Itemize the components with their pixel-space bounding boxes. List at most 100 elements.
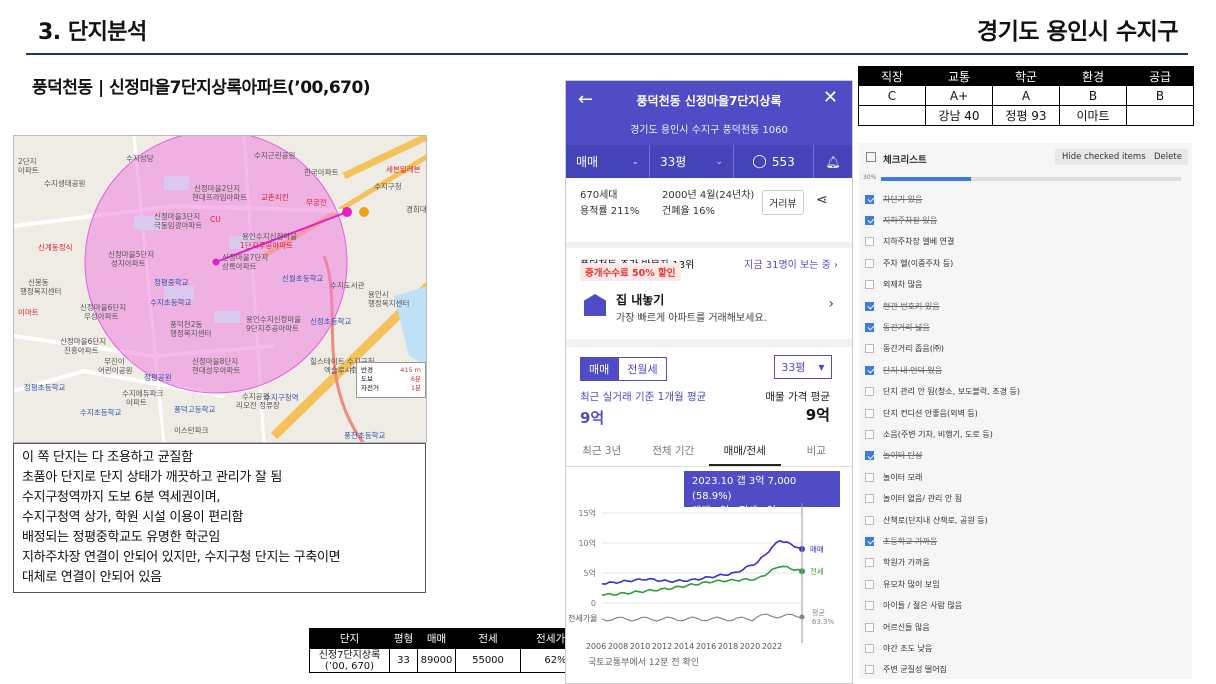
filter-bar: 매매 ⌄ 33평 ⌄ ◯ 553 🔔︎ xyxy=(566,145,852,178)
checklist-item[interactable]: 동간거리 넓음 xyxy=(865,317,930,337)
checked-checkbox[interactable] xyxy=(865,215,874,225)
unchecked-checkbox[interactable] xyxy=(865,344,874,354)
checklist-item[interactable]: 산책로(단지내 산책로, 공원 등) xyxy=(865,510,988,530)
app-title: 풍덕천동 신정마을7단지상록 xyxy=(636,94,782,108)
checklist-item-label: 단지 내 언덕 있음 xyxy=(883,365,943,375)
checked-checkbox[interactable] xyxy=(865,301,874,311)
unchecked-checkbox[interactable] xyxy=(865,280,874,290)
checklist-item[interactable]: 주차 헬(이중주차 등) xyxy=(865,253,953,273)
unchecked-checkbox[interactable] xyxy=(865,258,874,268)
map-label: 행정복지센터 xyxy=(20,287,62,296)
chevron-right-icon: › xyxy=(828,296,834,312)
chart-tooltip: 2023.10 갭 3억 7,000 (58.9%) 매매 9억 / 전세 5억… xyxy=(684,471,840,517)
checklist-item[interactable]: 놀이터 모래 xyxy=(865,467,922,487)
score-grade: A xyxy=(992,85,1060,106)
viewing-now[interactable]: 지금 31명이 보는 중 › xyxy=(744,256,838,271)
unchecked-checkbox[interactable] xyxy=(865,601,874,611)
note-line: 수지구청역 상가, 학원 시설 이용이 편리함 xyxy=(22,510,244,525)
checklist-item-label: 놀이터 모래 xyxy=(883,472,923,482)
hide-checked-button[interactable]: Hide checked items xyxy=(1055,149,1153,165)
checked-checkbox[interactable] xyxy=(865,451,874,461)
checklist-item[interactable]: 차단기 있음 xyxy=(865,189,922,209)
map-label: 수지초등학교 xyxy=(80,408,122,417)
tab-compare[interactable]: 비교 xyxy=(781,437,853,466)
delete-button[interactable]: Delete xyxy=(1148,149,1188,165)
checklist-item[interactable]: 단지 관리 안 됨(청소, 보도블럭, 조경 등) xyxy=(865,382,1020,402)
checklist-item[interactable]: 외제차 많음 xyxy=(865,275,922,295)
complex-map[interactable]: 수지성당 수지근린공원 한국아파트 2단지 아파트 수지생태공원 신정마을2단지… xyxy=(13,135,427,443)
share-icon[interactable]: ⋖ xyxy=(816,192,828,208)
unchecked-checkbox[interactable] xyxy=(865,558,874,568)
summary-row: 신정7단지상록 (’00, 670) 33 89000 55000 62% xyxy=(309,648,591,673)
unchecked-checkbox[interactable] xyxy=(865,387,874,397)
checked-checkbox[interactable] xyxy=(865,365,874,375)
checklist-item[interactable]: 동간거리 좁음(㈜) xyxy=(865,339,944,359)
map-label: 극동임광아파트 xyxy=(154,221,203,230)
comments-button[interactable]: ◯ 553 xyxy=(734,145,814,178)
unchecked-checkbox[interactable] xyxy=(865,643,874,653)
price-chart[interactable]: 15억 10억 5억 0 매매전세전세가율 평균63.3% 2006 2008 2010 2012… xyxy=(566,503,853,653)
checklist-item[interactable]: 단지 내 언덕 있음 xyxy=(865,360,942,380)
deal-type-select[interactable]: 매매 ⌄ xyxy=(566,145,650,178)
checklist-item[interactable]: 놀이터 없음/ 관리 안 됨 xyxy=(865,489,962,509)
checklist-item[interactable]: 주변 균질성 떨어짐 xyxy=(865,660,947,680)
checked-checkbox[interactable] xyxy=(865,194,874,204)
street-view-button[interactable]: 거리뷰 xyxy=(762,190,804,215)
unchecked-checkbox[interactable] xyxy=(865,472,874,482)
checklist-item[interactable]: 단지 컨디션 안좋음(외벽 등) xyxy=(865,403,978,423)
checklist-item[interactable]: 현관 번호키 있음 xyxy=(865,296,940,316)
tab-recent-3y[interactable]: 최근 3년 xyxy=(566,437,638,466)
checklist-item[interactable]: 지하주차장 있음 xyxy=(865,210,937,230)
tab-sale[interactable]: 매매 xyxy=(580,357,619,381)
ratio-endpoint xyxy=(799,614,805,620)
checklist-item[interactable]: 어르신들 많음 xyxy=(865,617,930,637)
tab-all-period[interactable]: 전체 기간 xyxy=(638,437,710,466)
checked-checkbox[interactable] xyxy=(865,536,874,546)
unchecked-checkbox[interactable] xyxy=(865,579,874,589)
checklist-item[interactable]: 초등학교 가까움 xyxy=(865,531,937,551)
deal-type-label: 매매 xyxy=(576,155,599,169)
map-label: 수지에듀파크 xyxy=(122,389,164,398)
checklist-item[interactable]: 학원가 가까움 xyxy=(865,553,930,573)
tab-sale-jeonse[interactable]: 매매/전세 xyxy=(709,437,781,466)
checklist-item-label: 놀이터 없음/ 관리 안 됨 xyxy=(883,494,963,504)
y-tick-label: 15억 xyxy=(578,508,596,518)
map-label: 신계동정식 xyxy=(38,243,73,252)
list-home-banner[interactable]: 집 내놓기 가장 빠르게 아파트를 거래해보세요. › xyxy=(580,288,840,338)
summary-cell-name: 신정7단지상록 (’00, 670) xyxy=(309,648,390,673)
score-detail: 정평 93 xyxy=(992,105,1060,126)
checklist-item[interactable]: 지하주차장 엘베 연결 xyxy=(865,232,954,252)
building-coverage: 건폐율 16% xyxy=(662,206,716,217)
notification-button[interactable]: 🔔︎ xyxy=(814,145,852,178)
checklist-item[interactable]: 유모차 많이 보임 xyxy=(865,574,940,594)
map-label: 상록아파트 xyxy=(222,262,257,271)
checklist-item[interactable]: 놀이터 탄성 xyxy=(865,446,922,466)
close-icon[interactable]: ✕ xyxy=(823,87,838,108)
x-tick-label: 2008 xyxy=(608,642,628,651)
unchecked-checkbox[interactable] xyxy=(865,237,874,247)
map-label: 2단지 xyxy=(18,157,37,166)
area-select[interactable]: 33평 ▼ xyxy=(774,355,832,379)
checked-checkbox[interactable] xyxy=(865,322,874,332)
map-label: 진흥아파트 xyxy=(64,346,99,355)
unchecked-checkbox[interactable] xyxy=(865,408,874,418)
checklist-item[interactable]: 야간 조도 낮음 xyxy=(865,638,932,658)
tab-rent[interactable]: 전월세 xyxy=(618,357,667,381)
size-select[interactable]: 33평 ⌄ xyxy=(650,145,734,178)
checklist-item-label: 단지 관리 안 됨(청소, 보도블럭, 조경 등) xyxy=(883,387,1020,397)
checklist-item-label: 주변 균질성 떨어짐 xyxy=(883,665,947,675)
complex-subtitle: 풍덕천동 | 신정마을7단지상록아파트(’00,670) xyxy=(32,78,371,98)
checklist-item[interactable]: 소음(주변 기차, 비행기, 도로 등) xyxy=(865,424,993,444)
checklist-item[interactable]: 아이들 / 젊은 사람 많음 xyxy=(865,596,962,616)
checklist-item-label: 주차 헬(이중주차 등) xyxy=(883,258,954,268)
unchecked-checkbox[interactable] xyxy=(865,622,874,632)
note-line: 대체로 연결이 안되어 있음 xyxy=(22,570,162,585)
unchecked-checkbox[interactable] xyxy=(865,665,874,675)
house-icon xyxy=(584,294,606,316)
progress-text: 30% xyxy=(863,174,877,181)
ratio-end-label: 평균 xyxy=(812,608,825,617)
unchecked-checkbox[interactable] xyxy=(865,515,874,525)
tooltip-line: 2023.10 갭 3억 7,000 (58.9%) xyxy=(692,476,797,502)
unchecked-checkbox[interactable] xyxy=(865,494,874,504)
unchecked-checkbox[interactable] xyxy=(865,429,874,439)
